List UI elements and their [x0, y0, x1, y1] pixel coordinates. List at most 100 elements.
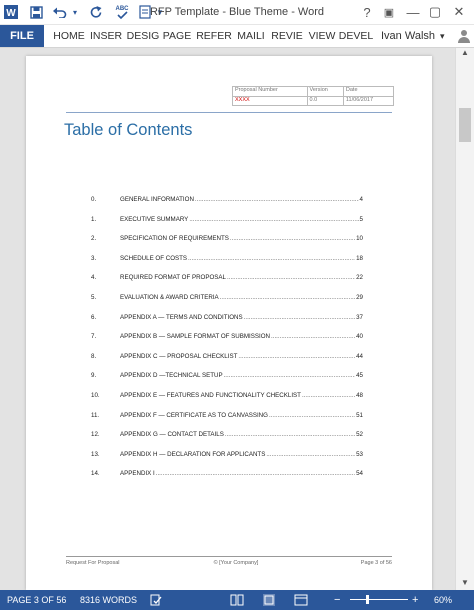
toc-entry-page: 53 [356, 450, 363, 458]
toc-leader-dots [244, 314, 355, 321]
toc-entry-label[interactable]: EVALUATION & AWARD CRITERIA [120, 294, 219, 301]
toc-entry[interactable]: 0. GENERAL INFORMATION 4 [91, 196, 363, 208]
word-count[interactable]: 8316 WORDS [80, 590, 137, 610]
toc-entry-label[interactable]: APPENDIX C — PROPOSAL CHECKLIST [120, 353, 237, 360]
tab-page-layout[interactable]: PAGE [163, 25, 191, 47]
toc-entry[interactable]: 13. APPENDIX H — DECLARATION FOR APPLICAN… [91, 451, 363, 463]
toc-entry-number: 8. [91, 352, 97, 360]
header-divider [66, 112, 392, 113]
toc-entry-number: 13. [91, 450, 100, 458]
toc-entry[interactable]: 8. APPENDIX C — PROPOSAL CHECKLIST 44 [91, 353, 363, 365]
toc-entry-label[interactable]: APPENDIX A — TERMS AND CONDITIONS [120, 314, 243, 321]
print-layout-icon[interactable] [262, 590, 276, 610]
close-button[interactable]: ✕ [450, 2, 468, 22]
toc-entry[interactable]: 14. APPENDIX I 54 [91, 470, 363, 482]
toc-entry[interactable]: 2. SPECIFICATION OF REQUIREMENTS 10 [91, 235, 363, 247]
tab-mailings[interactable]: MAILI [235, 25, 267, 47]
tab-developer[interactable]: DEVEL [339, 25, 373, 47]
toc-entry-number: 2. [91, 235, 97, 243]
tab-references[interactable]: REFER [196, 25, 232, 47]
toc-entry-label[interactable]: APPENDIX H — DECLARATION FOR APPLICANTS [120, 451, 265, 458]
ribbon-tab-bar: FILE HOME INSER DESIG PAGE REFER MAILI R… [0, 25, 474, 48]
toc-entry-label[interactable]: SCHEDULE OF COSTS [120, 255, 187, 262]
toc-entry-page: 48 [356, 392, 363, 399]
toc-entry-number: 11. [91, 411, 100, 419]
toc-entry-label[interactable]: APPENDIX D —TECHNICAL SETUP [120, 372, 223, 379]
scroll-down-icon[interactable]: ▼ [459, 578, 471, 588]
toc-leader-dots [224, 372, 356, 379]
toc-entry[interactable]: 5. EVALUATION & AWARD CRITERIA 29 [91, 294, 363, 306]
tab-home[interactable]: HOME [52, 25, 86, 47]
toc-entry-page: 52 [356, 431, 363, 439]
toc-leader-dots [230, 235, 355, 242]
web-layout-icon[interactable] [294, 590, 308, 610]
read-mode-icon[interactable] [230, 590, 244, 610]
user-avatar-icon[interactable] [458, 25, 470, 47]
toc-entry[interactable]: 9. APPENDIX D —TECHNICAL SETUP 45 [91, 372, 363, 384]
toc-entry-number: 10. [91, 392, 100, 399]
toc-entry-number: 6. [91, 313, 97, 321]
toc-entry-label[interactable]: SPECIFICATION OF REQUIREMENTS [120, 235, 229, 242]
toc-entry-label[interactable]: APPENDIX E — FEATURES AND FUNCTIONALITY … [120, 392, 301, 399]
footer-left: Request For Proposal [66, 560, 120, 566]
footer-center: © [Your Company] [213, 560, 259, 566]
header-value-date: 11/06/2017 [342, 95, 395, 106]
toc-entry[interactable]: 3. SCHEDULE OF COSTS 18 [91, 255, 363, 267]
toc-entry-number: 5. [91, 294, 97, 301]
page-count[interactable]: PAGE 3 OF 56 [7, 590, 66, 610]
header-label-proposal-number: Proposal Number [232, 86, 308, 97]
toc-entry-label[interactable]: APPENDIX I [120, 470, 155, 477]
toc-entry-label[interactable]: GENERAL INFORMATION [120, 196, 194, 203]
zoom-in-button[interactable]: + [412, 590, 418, 610]
toc-entry-label[interactable]: REQUIRED FORMAT OF PROPOSAL [120, 274, 226, 281]
toc-entry-page: 45 [356, 372, 363, 380]
vertical-scrollbar[interactable]: ▲ ▼ [455, 48, 474, 590]
scrollbar-thumb[interactable] [459, 108, 471, 142]
toc-entry[interactable]: 11. APPENDIX F — CERTIFICATE AS TO CANVAS… [91, 412, 363, 424]
toc-entry-label[interactable]: APPENDIX G — CONTACT DETAILS [120, 431, 224, 438]
proofing-icon[interactable] [150, 590, 162, 610]
user-dropdown-icon[interactable]: ▾ [440, 25, 445, 47]
zoom-out-button[interactable]: − [334, 590, 340, 610]
zoom-level[interactable]: 60% [434, 590, 452, 610]
toc-entry-label[interactable]: APPENDIX F — CERTIFICATE AS TO CANVASSIN… [120, 412, 268, 419]
toc-leader-dots [271, 333, 355, 340]
minimize-button[interactable]: — [404, 2, 422, 22]
toc-entry[interactable]: 10. APPENDIX E — FEATURES AND FUNCTIONALI… [91, 392, 363, 404]
status-bar: PAGE 3 OF 56 8316 WORDS − + 60% [0, 590, 474, 610]
toc-entry-number: 4. [91, 274, 97, 282]
ribbon-display-options-icon[interactable]: ▣ [380, 2, 398, 22]
scroll-up-icon[interactable]: ▲ [459, 48, 471, 58]
toc-entry[interactable]: 1. EXECUTIVE SUMMARY 5 [91, 216, 363, 228]
tab-view[interactable]: VIEW [307, 25, 337, 47]
toc-leader-dots [156, 470, 355, 477]
toc-entry-page: 44 [356, 352, 363, 360]
toc-entry-page: 40 [356, 333, 363, 341]
toc-leader-dots [225, 431, 355, 438]
toc-entry-page: 54 [356, 470, 363, 478]
toc-entry-page: 5 [359, 215, 363, 223]
toc-entry[interactable]: 12. APPENDIX G — CONTACT DETAILS 52 [91, 431, 363, 443]
tab-insert[interactable]: INSER [89, 25, 123, 47]
toc-leader-dots [227, 274, 355, 281]
toc-entry-number: 9. [91, 372, 97, 380]
maximize-button[interactable]: ▢ [426, 2, 444, 22]
toc-entry[interactable]: 4. REQUIRED FORMAT OF PROPOSAL 22 [91, 274, 363, 286]
document-page[interactable]: Proposal Number Version Date XXXX 0.0 11… [26, 56, 432, 590]
tab-review[interactable]: REVIE [270, 25, 304, 47]
toc-entry[interactable]: 6. APPENDIX A — TERMS AND CONDITIONS 37 [91, 314, 363, 326]
toc-entry-number: 1. [91, 215, 97, 223]
toc-entry-label[interactable]: EXECUTIVE SUMMARY [120, 216, 188, 223]
zoom-slider-track[interactable] [350, 599, 408, 600]
window-title: RFP Template - Blue Theme - Word [149, 6, 325, 18]
tab-design[interactable]: DESIG [126, 25, 160, 47]
toc-leader-dots [195, 196, 359, 203]
file-tab[interactable]: FILE [0, 25, 44, 47]
help-button[interactable]: ? [358, 2, 376, 22]
toc-entry-page: 10 [356, 235, 363, 243]
zoom-slider-thumb[interactable] [366, 595, 370, 604]
toc-leader-dots [220, 294, 355, 301]
user-name[interactable]: Ivan Walsh [381, 25, 435, 47]
toc-entry[interactable]: 7. APPENDIX B — SAMPLE FORMAT OF SUBMISSI… [91, 333, 363, 345]
toc-entry-label[interactable]: APPENDIX B — SAMPLE FORMAT OF SUBMISSION [120, 333, 270, 340]
